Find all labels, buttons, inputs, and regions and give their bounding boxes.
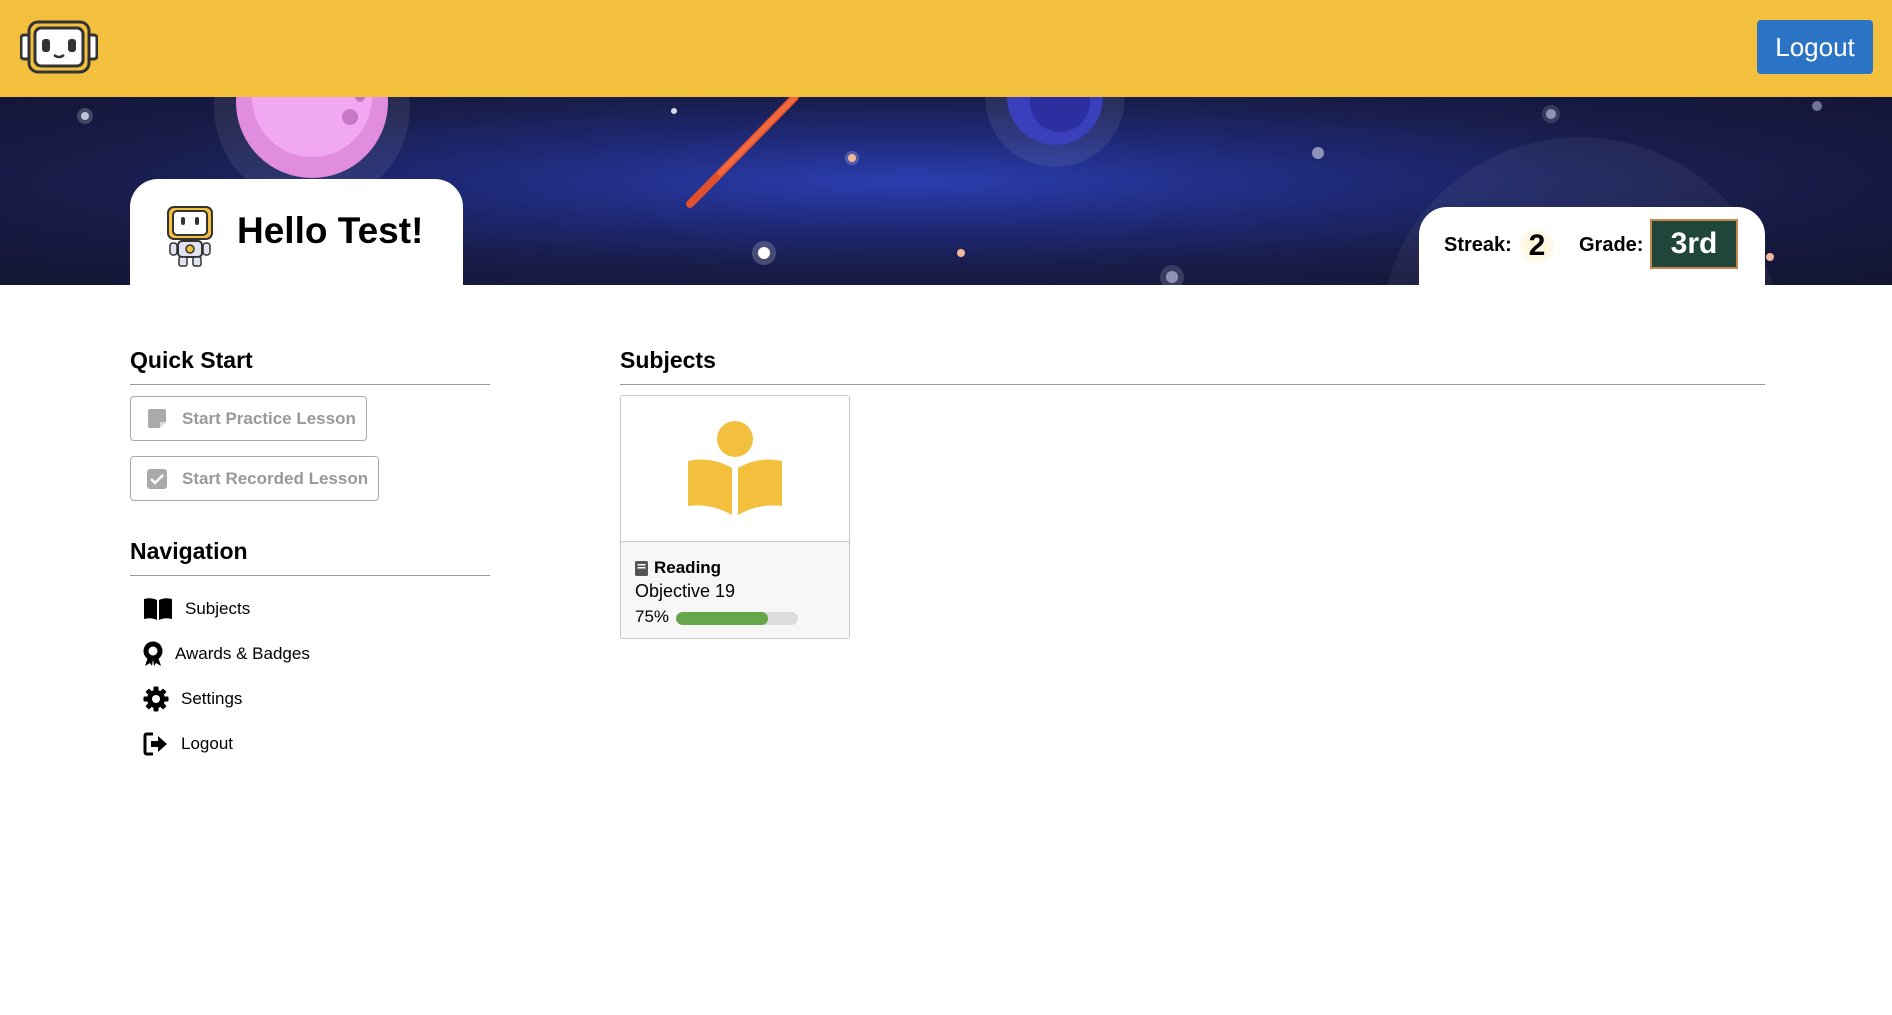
reading-icon <box>688 421 782 515</box>
start-practice-lesson-label: Start Practice Lesson <box>182 408 356 428</box>
subjects-divider <box>620 384 1765 385</box>
nav-item-logout[interactable]: Logout <box>143 729 233 759</box>
subject-progress-bar <box>676 612 798 625</box>
greeting-card: Hello Test! <box>130 179 463 285</box>
logout-button[interactable]: Logout <box>1757 20 1873 74</box>
robot-mascot-icon <box>167 206 213 267</box>
navigation-title: Navigation <box>130 538 248 564</box>
subject-name: Reading <box>635 558 721 578</box>
sticky-note-icon <box>148 408 166 428</box>
subject-objective: Objective 19 <box>635 581 736 601</box>
book-icon <box>635 560 648 576</box>
navigation-divider <box>130 575 490 576</box>
nav-item-settings[interactable]: Settings <box>143 684 242 714</box>
gear-icon <box>143 685 169 713</box>
nav-item-label: Subjects <box>185 599 251 618</box>
book-open-icon <box>143 595 173 623</box>
grade-label: Grade: <box>1579 234 1644 256</box>
award-icon <box>143 640 163 668</box>
greeting-text: Hello Test! <box>237 210 424 251</box>
subject-progress-label: 75% <box>635 607 670 626</box>
subject-card-reading[interactable]: Reading Objective 19 75% <box>620 395 850 639</box>
subject-info: Reading Objective 19 75% <box>621 542 849 638</box>
streak-value: 2 <box>1519 227 1555 265</box>
nav-item-label: Awards & Badges <box>175 644 310 663</box>
nav-item-label: Settings <box>181 689 243 708</box>
start-recorded-lesson-label: Start Recorded Lesson <box>182 468 369 488</box>
checkbox-icon <box>147 468 167 489</box>
nav-item-subjects[interactable]: Subjects <box>143 594 250 624</box>
quick-start-title: Quick Start <box>130 347 253 373</box>
start-recorded-lesson-button[interactable]: Start Recorded Lesson <box>130 456 379 501</box>
nav-item-awards-badges[interactable]: Awards & Badges <box>143 639 310 669</box>
quick-start-divider <box>130 384 490 385</box>
subject-progress-fill <box>676 612 768 625</box>
top-bar: Logout <box>0 0 1892 97</box>
stats-card: Streak: 2 Grade: 3rd <box>1419 207 1765 285</box>
subject-name-label: Reading <box>654 558 722 577</box>
sign-out-icon <box>143 730 169 758</box>
subjects-title: Subjects <box>620 347 716 373</box>
subject-image <box>621 396 849 542</box>
start-practice-lesson-button[interactable]: Start Practice Lesson <box>130 396 367 441</box>
grade-badge: 3rd <box>1650 219 1738 269</box>
nav-item-label: Logout <box>181 734 233 753</box>
streak-label: Streak: <box>1444 234 1512 256</box>
robot-logo-icon[interactable] <box>20 19 98 75</box>
